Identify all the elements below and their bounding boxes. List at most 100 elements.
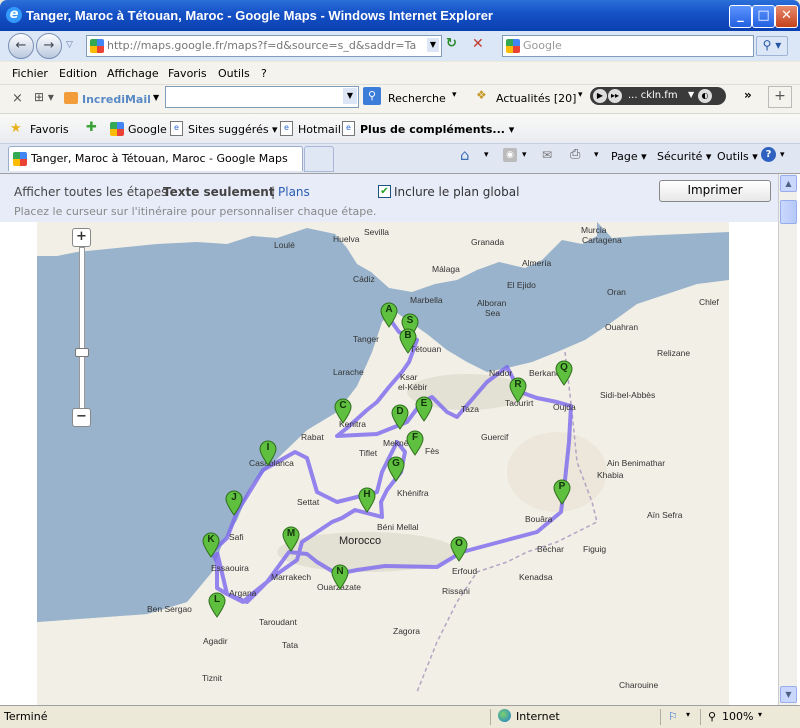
route-marker[interactable]: F: [406, 430, 424, 456]
actualites-dropdown-icon[interactable]: ▾: [578, 90, 583, 100]
fav-hotmail[interactable]: Hotmail: [298, 123, 341, 136]
news-icon: ❖: [476, 88, 487, 102]
route-marker[interactable]: N: [331, 564, 349, 590]
print-dropdown-icon[interactable]: ▾: [594, 150, 599, 160]
outils-menu[interactable]: Outils ▾: [717, 150, 758, 163]
magnifier-icon[interactable]: ⚲: [363, 87, 381, 105]
map-label: Rabat: [301, 432, 324, 442]
fav-plus-de-complements[interactable]: Plus de compléments... ▾: [360, 123, 514, 136]
scroll-down-arrow-icon[interactable]: ▼: [780, 686, 797, 703]
route-marker[interactable]: G: [387, 456, 405, 482]
new-tab-button[interactable]: [304, 146, 334, 172]
recherche-button[interactable]: Recherche: [388, 92, 446, 105]
help-icon[interactable]: ?: [761, 147, 776, 162]
route-marker[interactable]: K: [202, 532, 220, 558]
route-marker[interactable]: C: [334, 398, 352, 424]
zoom-level[interactable]: 100%: [722, 710, 753, 723]
menu-help[interactable]: ?: [261, 67, 267, 80]
toolbar-more-icon[interactable]: »: [744, 88, 752, 102]
route-marker[interactable]: E: [415, 396, 433, 422]
route-marker-label: G: [392, 458, 400, 469]
incredimail-search-dropdown-icon[interactable]: ▼: [343, 88, 357, 104]
minimize-button[interactable]: _: [729, 5, 752, 28]
protected-mode-dropdown-icon[interactable]: ▾: [686, 710, 690, 719]
history-dropdown-icon[interactable]: ▽: [66, 40, 73, 50]
address-dropdown-icon[interactable]: ▼: [427, 38, 439, 52]
route-marker[interactable]: R: [509, 377, 527, 403]
route-marker[interactable]: D: [391, 404, 409, 430]
forward-button[interactable]: →: [36, 33, 62, 59]
menu-fichier[interactable]: Fichier: [12, 67, 48, 80]
address-field[interactable]: http://maps.google.fr/maps?f=d&source=s_…: [86, 35, 442, 57]
route-marker[interactable]: M: [282, 526, 300, 552]
radio-dropdown-icon[interactable]: ▼: [688, 90, 694, 99]
route-marker[interactable]: J: [225, 490, 243, 516]
protected-mode-icon[interactable]: ⚐: [668, 710, 678, 723]
refresh-icon[interactable]: ↻: [446, 36, 464, 54]
scroll-thumb[interactable]: [780, 200, 797, 224]
home-icon[interactable]: ⌂: [460, 146, 470, 164]
close-button[interactable]: ✕: [775, 5, 798, 28]
route-marker[interactable]: H: [358, 487, 376, 513]
zoom-dropdown-icon[interactable]: ▾: [758, 710, 762, 719]
vertical-scrollbar[interactable]: ▲ ▼: [778, 174, 797, 705]
map-view[interactable]: Loulé Huelva Sevilla Granada Murcia Cart…: [37, 222, 729, 705]
securite-menu[interactable]: Sécurité ▾: [657, 150, 711, 163]
rss-dropdown-icon[interactable]: ▾: [522, 150, 527, 160]
menu-edition[interactable]: Edition: [59, 67, 97, 80]
incredimail-brand[interactable]: IncrediMail: [82, 93, 151, 106]
actualites-button[interactable]: Actualités [20]: [496, 92, 576, 105]
page-menu[interactable]: Page ▾: [611, 150, 647, 163]
radio-player[interactable]: ▶ ▸▸ ... ckln.fm ▼ ◐: [590, 87, 726, 105]
route-marker[interactable]: B: [399, 328, 417, 354]
include-map-checkbox[interactable]: ✔: [378, 185, 391, 198]
print-button[interactable]: Imprimer: [659, 180, 771, 202]
toolbar-close-icon[interactable]: ×: [12, 91, 23, 106]
plans-link[interactable]: Plans: [278, 185, 310, 199]
search-go-button[interactable]: ⚲ ▾: [756, 36, 788, 56]
zoom-slider-thumb[interactable]: [75, 348, 89, 357]
zoom-in-button[interactable]: +: [72, 228, 91, 247]
radio-play-icon[interactable]: ▶: [593, 89, 607, 103]
map-label: Murcia: [581, 225, 607, 235]
scroll-up-arrow-icon[interactable]: ▲: [780, 175, 797, 192]
home-dropdown-icon[interactable]: ▾: [484, 150, 489, 160]
tab-title: Tanger, Maroc à Tétouan, Maroc - Google …: [31, 152, 288, 165]
google-fav-icon: [110, 122, 124, 136]
incredimail-search-input[interactable]: ▼: [165, 86, 359, 108]
help-dropdown-icon[interactable]: ▾: [780, 150, 785, 160]
zoom-out-button[interactable]: −: [72, 408, 91, 427]
add-toolbar-button[interactable]: +: [768, 86, 792, 108]
route-marker[interactable]: L: [208, 592, 226, 618]
read-mail-icon[interactable]: ✉: [542, 148, 552, 162]
menu-outils[interactable]: Outils: [218, 67, 250, 80]
route-marker[interactable]: I: [259, 440, 277, 466]
favoris-button[interactable]: Favoris: [30, 123, 69, 136]
toolbar-options-icon[interactable]: ⊞ ▾: [34, 90, 54, 104]
rss-feed-icon[interactable]: ◉: [503, 148, 517, 162]
tab-google-maps[interactable]: Tanger, Maroc à Tétouan, Maroc - Google …: [8, 146, 303, 171]
zoom-icon[interactable]: ⚲: [708, 710, 716, 723]
menu-affichage[interactable]: Affichage: [107, 67, 159, 80]
recherche-dropdown-icon[interactable]: ▾: [452, 90, 457, 100]
back-button[interactable]: ←: [8, 33, 34, 59]
map-label: Agadir: [203, 636, 228, 646]
zoom-slider-track[interactable]: [79, 247, 85, 409]
fav-sites-suggeres[interactable]: Sites suggérés ▾: [188, 123, 278, 136]
route-marker[interactable]: A: [380, 302, 398, 328]
stop-icon[interactable]: ✕: [472, 36, 490, 54]
search-input[interactable]: Google: [502, 35, 754, 57]
radio-volume-icon[interactable]: ◐: [698, 89, 712, 103]
add-favorite-icon[interactable]: ✚: [86, 120, 97, 135]
maximize-button[interactable]: □: [752, 5, 775, 28]
menu-favoris[interactable]: Favoris: [168, 67, 207, 80]
route-marker[interactable]: Q: [555, 360, 573, 386]
route-marker[interactable]: O: [450, 536, 468, 562]
incredimail-dropdown-icon[interactable]: ▼: [153, 93, 159, 102]
text-only-link[interactable]: Texte seulement: [163, 185, 275, 199]
route-marker[interactable]: P: [553, 479, 571, 505]
radio-next-icon[interactable]: ▸▸: [608, 89, 622, 103]
fav-google[interactable]: Google: [128, 123, 167, 136]
route-marker-label: Q: [560, 362, 568, 373]
print-icon[interactable]: ⎙: [570, 147, 580, 162]
